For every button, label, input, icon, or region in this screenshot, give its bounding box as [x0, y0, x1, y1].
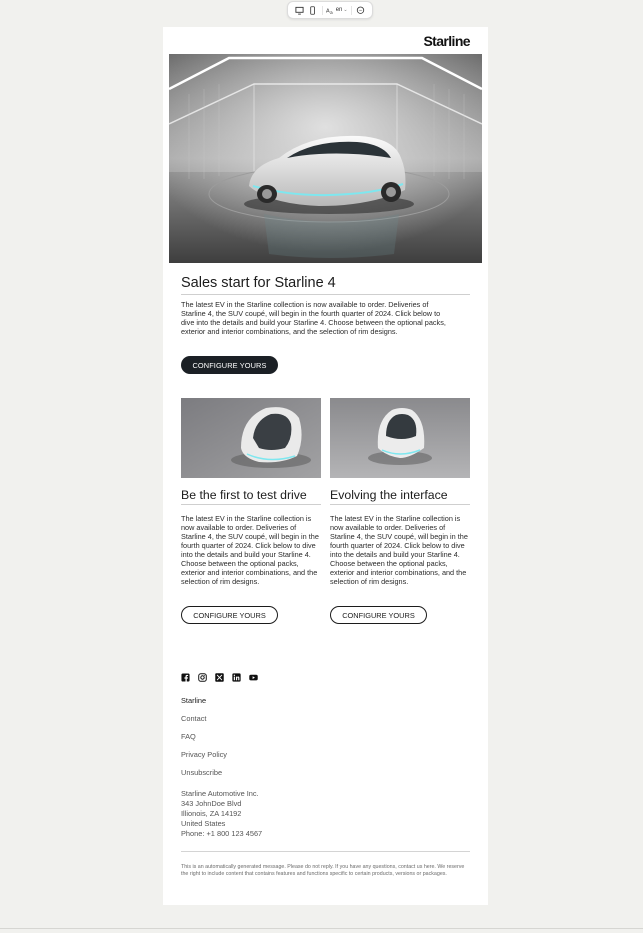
interface-configure-button[interactable]: CONFIGURE YOURS [330, 606, 427, 624]
address-line: 343 JohnDoe Blvd [181, 799, 242, 808]
footer-faq-link[interactable]: FAQ [181, 732, 196, 741]
social-links [181, 673, 258, 682]
test-drive-configure-button[interactable]: CONFIGURE YOURS [181, 606, 278, 624]
company-address: Starline Automotive Inc. 343 JohnDoe Blv… [181, 789, 262, 839]
youtube-icon[interactable] [249, 673, 258, 682]
hero-image [169, 54, 482, 263]
translate-icon: Aa [326, 8, 333, 15]
x-icon[interactable] [215, 673, 224, 682]
preview-toolbar: Aa en ⌄ [287, 1, 373, 19]
instagram-icon[interactable] [198, 673, 207, 682]
footer-disclaimer: This is an automatically generated messa… [181, 864, 465, 877]
test-drive-title: Be the first to test drive [181, 488, 321, 505]
brand-logo[interactable]: Starline [423, 33, 470, 49]
facebook-icon[interactable] [181, 673, 190, 682]
test-drive-image [181, 398, 321, 478]
address-line: United States [181, 819, 226, 828]
language-selector[interactable]: Aa en ⌄ [321, 5, 352, 15]
chevron-down-icon: ⌄ [343, 7, 348, 13]
hero-configure-button[interactable]: CONFIGURE YOURS [181, 356, 278, 374]
address-phone: Phone: +1 800 123 4567 [181, 829, 263, 838]
hero-title: Sales start for Starline 4 [181, 275, 470, 295]
mobile-view-icon[interactable] [308, 4, 317, 16]
linkedin-icon[interactable] [232, 673, 241, 682]
comment-icon[interactable] [356, 4, 365, 16]
interface-body-text: The latest EV in the Starline collection… [330, 514, 468, 586]
address-line: Illionois, ZA 14192 [181, 809, 242, 818]
svg-text:a: a [330, 11, 333, 15]
footer-privacy-link[interactable]: Privacy Policy [181, 750, 227, 759]
footer-brand-link[interactable]: Starline [181, 696, 206, 705]
language-label: en [335, 7, 343, 13]
interface-image [330, 398, 470, 478]
page-bottom-border [0, 928, 643, 929]
email-preview: Starline Sales start for Starline 4 The … [163, 27, 488, 905]
footer-unsubscribe-link[interactable]: Unsubscribe [181, 768, 222, 777]
footer-divider [181, 851, 470, 852]
desktop-view-icon[interactable] [295, 4, 304, 16]
interface-title: Evolving the interface [330, 488, 470, 505]
address-line: Starline Automotive Inc. [181, 789, 259, 798]
hero-body-text: The latest EV in the Starline collection… [181, 300, 446, 336]
test-drive-body-text: The latest EV in the Starline collection… [181, 514, 319, 586]
footer-contact-link[interactable]: Contact [181, 714, 206, 723]
